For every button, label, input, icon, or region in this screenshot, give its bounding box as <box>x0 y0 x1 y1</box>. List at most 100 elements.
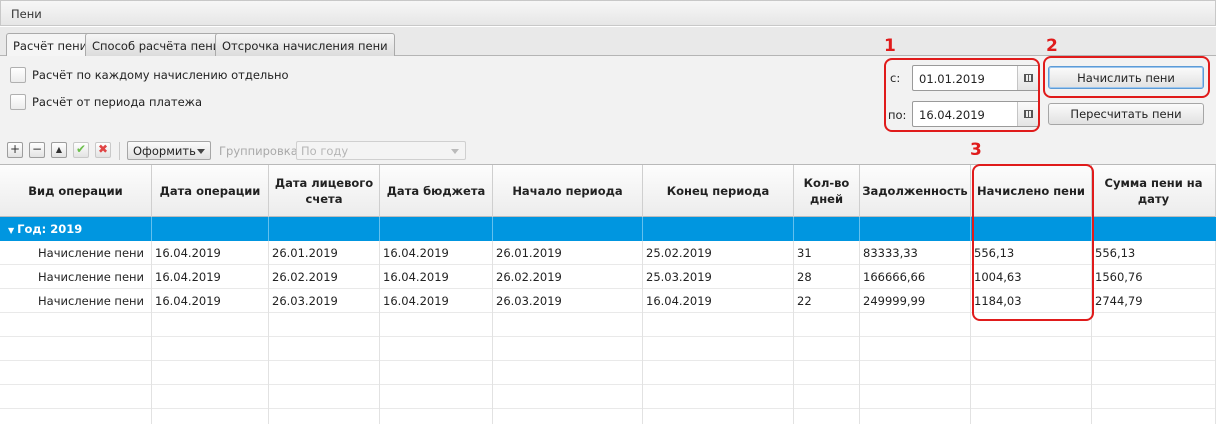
cell-account-date[interactable] <box>269 361 380 385</box>
cell-days[interactable]: 28 <box>794 265 860 289</box>
cell-accrued-penalty[interactable] <box>971 361 1092 385</box>
cell-operation[interactable] <box>0 385 152 409</box>
cell-period-start[interactable]: 26.03.2019 <box>493 289 643 313</box>
cell-period-end[interactable] <box>643 385 794 409</box>
cell-period-start[interactable] <box>493 361 643 385</box>
cell-debt[interactable] <box>860 313 971 337</box>
column-header-operation[interactable]: Вид операции <box>0 165 152 217</box>
cell-operation-date[interactable] <box>152 337 269 361</box>
table-row[interactable] <box>0 361 1216 385</box>
cell-operation-date[interactable] <box>152 385 269 409</box>
cell-operation-date[interactable]: 16.04.2019 <box>152 265 269 289</box>
column-header-penalty-sum[interactable]: Сумма пени на дату <box>1092 165 1216 217</box>
cell-days[interactable]: 31 <box>794 241 860 265</box>
remove-icon[interactable]: − <box>29 142 45 158</box>
cell-days[interactable] <box>794 385 860 409</box>
cell-days[interactable] <box>794 409 860 424</box>
cell-operation[interactable]: Начисление пени <box>0 241 152 265</box>
cell-period-start[interactable]: 26.02.2019 <box>493 265 643 289</box>
grouping-select[interactable]: По году <box>296 141 466 160</box>
triangle-down-icon[interactable]: ▼ <box>8 226 14 235</box>
cell-penalty-sum[interactable] <box>1092 385 1216 409</box>
cell-penalty-sum[interactable] <box>1092 409 1216 424</box>
delete-icon[interactable]: ✖ <box>95 142 111 158</box>
cell-operation[interactable] <box>0 313 152 337</box>
cell-account-date[interactable]: 26.03.2019 <box>269 289 380 313</box>
cell-period-end[interactable]: 25.03.2019 <box>643 265 794 289</box>
cell-operation-date[interactable] <box>152 361 269 385</box>
cell-operation[interactable] <box>0 337 152 361</box>
option-each-accrual[interactable]: Расчёт по каждому начислению отдельно <box>10 67 289 83</box>
cell-debt[interactable]: 249999,99 <box>860 289 971 313</box>
cell-days[interactable]: 22 <box>794 289 860 313</box>
cell-budget-date[interactable] <box>380 337 493 361</box>
tab-penalty-calculation[interactable]: Расчёт пени <box>6 33 95 57</box>
table-row[interactable] <box>0 409 1216 424</box>
cell-period-end[interactable]: 25.02.2019 <box>643 241 794 265</box>
cell-period-start[interactable] <box>493 409 643 424</box>
cell-debt[interactable] <box>860 409 971 424</box>
checkbox-each-accrual[interactable] <box>10 67 26 83</box>
option-payment-period[interactable]: Расчёт от периода платежа <box>10 94 202 110</box>
cell-debt[interactable] <box>860 385 971 409</box>
column-header-days[interactable]: Кол-во дней <box>794 165 860 217</box>
cell-penalty-sum[interactable] <box>1092 361 1216 385</box>
cell-period-end[interactable] <box>643 313 794 337</box>
cell-period-end[interactable] <box>643 409 794 424</box>
column-header-debt[interactable]: Задолженность <box>860 165 971 217</box>
cell-budget-date[interactable] <box>380 409 493 424</box>
cell-budget-date[interactable] <box>380 313 493 337</box>
cell-operation[interactable]: Начисление пени <box>0 289 152 313</box>
cell-operation[interactable] <box>0 361 152 385</box>
cell-budget-date[interactable] <box>380 361 493 385</box>
cell-penalty-sum[interactable]: 2744,79 <box>1092 289 1216 313</box>
column-header-period-end[interactable]: Конец периода <box>643 165 794 217</box>
checkbox-payment-period[interactable] <box>10 94 26 110</box>
cell-period-start[interactable]: 26.01.2019 <box>493 241 643 265</box>
cell-days[interactable] <box>794 337 860 361</box>
column-header-period-start[interactable]: Начало периода <box>493 165 643 217</box>
cell-penalty-sum[interactable] <box>1092 313 1216 337</box>
cell-operation[interactable]: Начисление пени <box>0 265 152 289</box>
table-row[interactable] <box>0 337 1216 361</box>
recalculate-penalty-button[interactable]: Пересчитать пени <box>1048 103 1204 125</box>
cell-account-date[interactable]: 26.01.2019 <box>269 241 380 265</box>
cell-budget-date[interactable]: 16.04.2019 <box>380 265 493 289</box>
cell-period-end[interactable] <box>643 361 794 385</box>
cell-budget-date[interactable] <box>380 385 493 409</box>
cell-debt[interactable] <box>860 361 971 385</box>
cell-period-end[interactable]: 16.04.2019 <box>643 289 794 313</box>
tab-accrual-deferral[interactable]: Отсрочка начисления пени <box>215 33 395 56</box>
cell-period-start[interactable] <box>493 313 643 337</box>
cell-account-date[interactable] <box>269 409 380 424</box>
cell-period-start[interactable] <box>493 385 643 409</box>
column-header-operation-date[interactable]: Дата операции <box>152 165 269 217</box>
cell-account-date[interactable] <box>269 385 380 409</box>
up-icon[interactable]: ▲ <box>51 142 67 158</box>
table-row[interactable] <box>0 385 1216 409</box>
tab-calculation-method[interactable]: Способ расчёта пени <box>85 33 228 56</box>
cell-account-date[interactable]: 26.02.2019 <box>269 265 380 289</box>
cell-penalty-sum[interactable] <box>1092 337 1216 361</box>
cell-account-date[interactable] <box>269 337 380 361</box>
cell-operation-date[interactable] <box>152 409 269 424</box>
cell-budget-date[interactable]: 16.04.2019 <box>380 289 493 313</box>
cell-account-date[interactable] <box>269 313 380 337</box>
cell-period-start[interactable] <box>493 337 643 361</box>
cell-debt[interactable] <box>860 337 971 361</box>
cell-penalty-sum[interactable]: 556,13 <box>1092 241 1216 265</box>
cell-operation-date[interactable] <box>152 313 269 337</box>
cell-budget-date[interactable]: 16.04.2019 <box>380 241 493 265</box>
cell-operation[interactable] <box>0 409 152 424</box>
cell-accrued-penalty[interactable] <box>971 409 1092 424</box>
format-menu-button[interactable]: Оформить <box>127 141 211 160</box>
cell-debt[interactable]: 83333,33 <box>860 241 971 265</box>
cell-period-end[interactable] <box>643 337 794 361</box>
column-header-budget-date[interactable]: Дата бюджета <box>380 165 493 217</box>
cell-accrued-penalty[interactable] <box>971 385 1092 409</box>
add-icon[interactable]: + <box>7 142 23 158</box>
cell-accrued-penalty[interactable] <box>971 337 1092 361</box>
cell-days[interactable] <box>794 361 860 385</box>
cell-days[interactable] <box>794 313 860 337</box>
cell-operation-date[interactable]: 16.04.2019 <box>152 241 269 265</box>
